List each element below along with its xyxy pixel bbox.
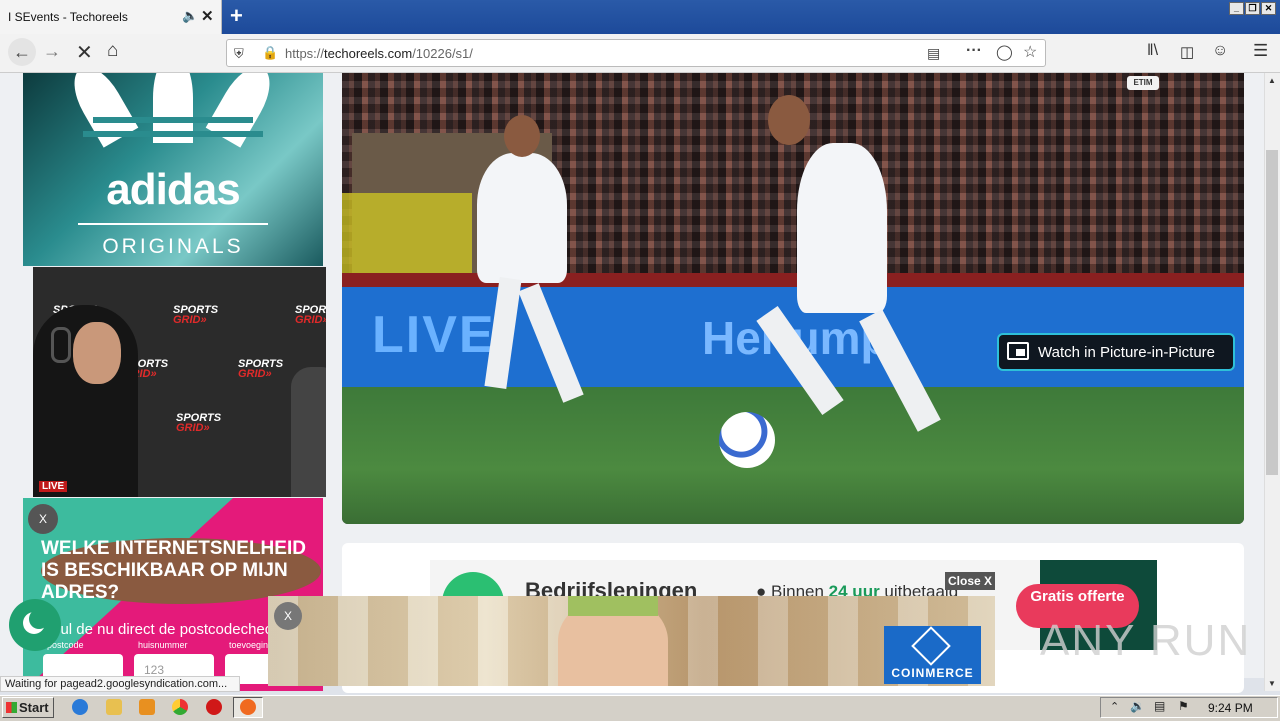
coinmerce-brand-text: COINMERCE bbox=[891, 666, 974, 680]
tray-expand-icon[interactable]: ⌃ bbox=[1110, 700, 1119, 713]
cohost-silhouette bbox=[291, 367, 326, 497]
lock-icon[interactable]: 🔒 bbox=[262, 45, 278, 61]
volume-icon[interactable]: 🔉 bbox=[1130, 699, 1145, 713]
dark-mode-toggle[interactable] bbox=[9, 599, 61, 651]
url-path: /10226/s1/ bbox=[412, 46, 473, 61]
led-text-left: LIVE bbox=[372, 306, 496, 364]
coinmerce-close-button[interactable]: X bbox=[274, 602, 302, 630]
scroll-up-icon[interactable]: ▲ bbox=[1268, 76, 1276, 85]
sidebar-icon[interactable]: ◫ bbox=[1180, 43, 1194, 61]
window-close-button[interactable]: ✕ bbox=[1261, 2, 1276, 15]
pitch bbox=[342, 387, 1244, 524]
url-text[interactable]: https://techoreels.com/10226/s1/ bbox=[285, 46, 473, 61]
ad-headline: WELKE INTERNETSNELHEID IS BESCHIKBAAR OP… bbox=[41, 538, 321, 604]
tab-title: I SEvents - Techoreels bbox=[8, 10, 128, 24]
ad-photo-hat bbox=[568, 596, 658, 616]
broadcaster-logo: ETIM bbox=[1127, 76, 1159, 90]
sportsgrid-video[interactable]: SPORTSGRID» SPORTSGRID» SPORTSGRID» SPOR… bbox=[33, 267, 326, 497]
host-face bbox=[73, 322, 121, 384]
windows-logo-icon bbox=[6, 702, 17, 713]
internet-explorer-icon[interactable] bbox=[72, 699, 88, 715]
browser-tab[interactable]: I SEvents - Techoreels 🔈 ✕ bbox=[0, 0, 222, 34]
coinmerce-icon bbox=[911, 626, 951, 666]
moon-icon-cutout bbox=[29, 609, 49, 629]
toevoeging-label: toevoeging bbox=[229, 640, 274, 650]
adidas-logo-text: adidas bbox=[106, 165, 240, 214]
live-badge: LIVE bbox=[39, 481, 68, 492]
player-right bbox=[797, 143, 887, 313]
sportsgrid-logo: SPORTSGRID» bbox=[238, 358, 284, 380]
library-icon[interactable]: ‖\ bbox=[1147, 42, 1158, 60]
scroll-down-icon[interactable]: ▼ bbox=[1268, 679, 1276, 688]
forward-button[interactable]: → bbox=[43, 41, 61, 62]
speaker-icon[interactable]: 🔈 bbox=[182, 8, 198, 24]
start-button[interactable]: Start bbox=[2, 697, 54, 718]
new-tab-button[interactable]: + bbox=[230, 3, 243, 29]
firefox-icon bbox=[240, 699, 256, 715]
file-explorer-icon[interactable] bbox=[106, 699, 122, 715]
home-icon[interactable]: ⌂ bbox=[107, 40, 118, 62]
pip-icon bbox=[1007, 342, 1029, 360]
back-button[interactable]: ← bbox=[8, 38, 36, 66]
tab-close-icon[interactable]: ✕ bbox=[201, 7, 214, 25]
url-domain: techoreels.com bbox=[324, 46, 413, 61]
media-player-icon[interactable] bbox=[139, 699, 155, 715]
taskbar bbox=[0, 695, 1280, 721]
pip-label: Watch in Picture-in-Picture bbox=[1038, 344, 1215, 361]
clock[interactable]: 9:24 PM bbox=[1208, 701, 1253, 715]
trefoil-stripe bbox=[93, 117, 253, 123]
coinmerce-logo[interactable]: COINMERCE bbox=[884, 626, 981, 684]
player-right-head bbox=[768, 95, 810, 145]
status-bar: Waiting for pagead2.googlesyndication.co… bbox=[0, 676, 240, 692]
football bbox=[719, 412, 775, 468]
more-actions-icon[interactable]: ··· bbox=[966, 42, 982, 60]
video-player[interactable]: LIVE Her ump bbox=[342, 73, 1244, 524]
shield-icon[interactable]: ⛨ bbox=[234, 46, 244, 62]
steward-vests bbox=[342, 193, 472, 273]
network-icon[interactable]: ▤ bbox=[1154, 699, 1165, 713]
account-icon[interactable]: ☺ bbox=[1212, 42, 1228, 60]
restore-button[interactable]: ❐ bbox=[1245, 2, 1260, 15]
stop-loading-icon[interactable]: ✕ bbox=[76, 40, 93, 65]
reader-view-icon[interactable]: ▤ bbox=[927, 45, 940, 62]
huisnummer-label: huisnummer bbox=[138, 640, 188, 650]
opera-icon[interactable] bbox=[206, 699, 222, 715]
headphones-icon bbox=[51, 327, 71, 363]
divider bbox=[78, 223, 268, 225]
url-prefix: https:// bbox=[285, 46, 325, 61]
trefoil-stripe bbox=[83, 131, 263, 137]
sportsgrid-logo: SPORTSGRID» bbox=[295, 304, 326, 326]
anyrun-watermark: ANY RUN bbox=[1040, 616, 1252, 665]
adidas-ad[interactable]: adidas ORIGINALS bbox=[23, 73, 323, 266]
flag-icon[interactable]: ⚑ bbox=[1178, 699, 1189, 713]
player-left bbox=[477, 153, 567, 283]
bookmark-star-icon[interactable]: ☆ bbox=[1023, 42, 1037, 62]
ad-close-button[interactable]: X bbox=[28, 504, 58, 534]
chrome-icon[interactable] bbox=[172, 699, 188, 715]
menu-icon[interactable]: ☰ bbox=[1253, 41, 1268, 61]
sportsgrid-logo: SPORTSGRID» bbox=[176, 412, 222, 434]
sportsgrid-logo: SPORTSGRID» bbox=[173, 304, 219, 326]
pocket-icon[interactable]: ◯ bbox=[996, 43, 1013, 61]
player-left-head bbox=[504, 115, 540, 157]
ad-body-text: Vul de nu direct de postcodecheck bbox=[51, 621, 280, 638]
scrollbar-thumb[interactable] bbox=[1266, 150, 1278, 475]
close-ad-button[interactable]: Close X bbox=[945, 572, 995, 590]
adidas-subtitle: ORIGINALS bbox=[102, 235, 244, 258]
minimize-button[interactable]: _ bbox=[1229, 2, 1244, 15]
